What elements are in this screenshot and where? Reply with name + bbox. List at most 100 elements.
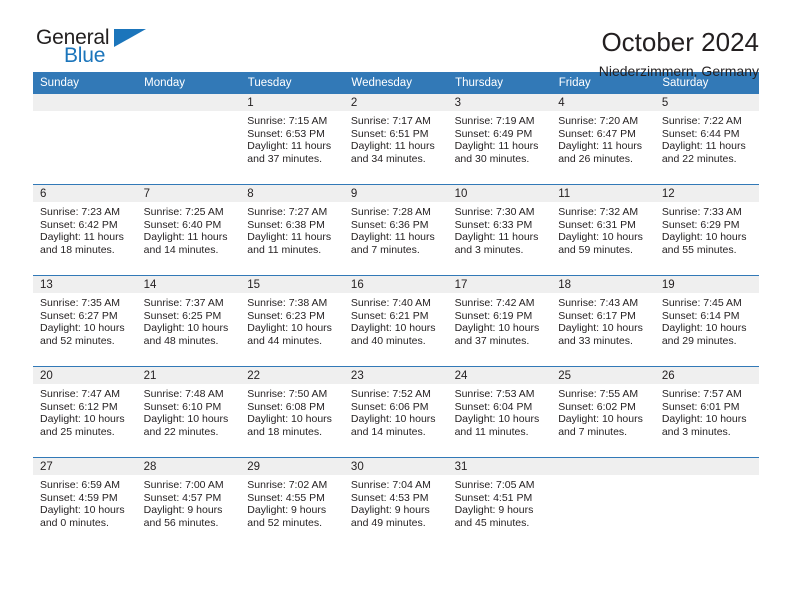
day-number: 17 — [447, 276, 552, 293]
day-cell[interactable]: 15 Sunrise: 7:38 AM Sunset: 6:23 PM Dayl… — [240, 275, 344, 367]
day-number: 14 — [136, 276, 241, 293]
daylight-text: Daylight: 10 hours and 52 minutes. — [40, 322, 125, 347]
day-details: Sunrise: 7:25 AM Sunset: 6:40 PM Dayligh… — [137, 202, 241, 256]
day-cell[interactable]: 13 Sunrise: 7:35 AM Sunset: 6:27 PM Dayl… — [33, 275, 137, 367]
daylight-text: Daylight: 10 hours and 25 minutes. — [40, 413, 125, 438]
day-details: Sunrise: 7:37 AM Sunset: 6:25 PM Dayligh… — [137, 293, 241, 347]
day-details: Sunrise: 7:43 AM Sunset: 6:17 PM Dayligh… — [551, 293, 655, 347]
sunrise-text: Sunrise: 7:17 AM — [350, 115, 431, 127]
sunrise-text: Sunrise: 7:04 AM — [350, 479, 431, 491]
day-details: Sunrise: 7:23 AM Sunset: 6:42 PM Dayligh… — [33, 202, 137, 256]
day-cell[interactable]: 3 Sunrise: 7:19 AM Sunset: 6:49 PM Dayli… — [447, 94, 552, 185]
day-cell[interactable]: 1 Sunrise: 7:15 AM Sunset: 6:53 PM Dayli… — [240, 94, 344, 185]
daylight-text: Daylight: 10 hours and 48 minutes. — [143, 322, 229, 347]
sunrise-text: Sunrise: 6:59 AM — [40, 479, 120, 491]
day-details: Sunrise: 7:47 AM Sunset: 6:12 PM Dayligh… — [33, 384, 137, 438]
sunset-text: Sunset: 6:12 PM — [40, 400, 118, 413]
daylight-text: Daylight: 11 hours and 11 minutes. — [247, 231, 332, 256]
sunset-text: Sunset: 6:31 PM — [558, 218, 636, 231]
day-details: Sunrise: 7:19 AM Sunset: 6:49 PM Dayligh… — [448, 111, 552, 165]
day-cell[interactable]: 5 Sunrise: 7:22 AM Sunset: 6:44 PM Dayli… — [654, 94, 759, 185]
day-cell[interactable]: 28 Sunrise: 7:00 AM Sunset: 4:57 PM Dayl… — [136, 457, 241, 548]
day-number: 15 — [240, 276, 344, 293]
day-number: 2 — [343, 94, 448, 111]
day-cell[interactable]: 12 Sunrise: 7:33 AM Sunset: 6:29 PM Dayl… — [654, 184, 759, 276]
sunrise-text: Sunrise: 7:40 AM — [350, 297, 431, 309]
sunset-text: Sunset: 6:08 PM — [247, 400, 325, 413]
day-cell[interactable]: 25 Sunrise: 7:55 AM Sunset: 6:02 PM Dayl… — [551, 366, 655, 458]
sunrise-sunset-calendar: Sunday Monday Tuesday Wednesday Thursday… — [33, 72, 759, 548]
day-details: Sunrise: 7:40 AM Sunset: 6:21 PM Dayligh… — [344, 293, 448, 347]
day-cell[interactable]: 9 Sunrise: 7:28 AM Sunset: 6:36 PM Dayli… — [343, 184, 448, 276]
title-block: October 2024 Niederzimmern, Germany — [599, 26, 759, 81]
day-cell[interactable]: 8 Sunrise: 7:27 AM Sunset: 6:38 PM Dayli… — [240, 184, 344, 276]
sunset-text: Sunset: 6:36 PM — [350, 218, 429, 231]
day-details: Sunrise: 7:28 AM Sunset: 6:36 PM Dayligh… — [344, 202, 448, 256]
daylight-text: Daylight: 10 hours and 0 minutes. — [40, 504, 125, 529]
day-cell[interactable]: 4 Sunrise: 7:20 AM Sunset: 6:47 PM Dayli… — [551, 94, 655, 185]
sunset-text: Sunset: 6:25 PM — [143, 309, 222, 322]
day-cell-empty — [551, 457, 655, 548]
daylight-text: Daylight: 10 hours and 29 minutes. — [661, 322, 747, 347]
day-cell[interactable]: 22 Sunrise: 7:50 AM Sunset: 6:08 PM Dayl… — [240, 366, 344, 458]
sunrise-text: Sunrise: 7:32 AM — [558, 206, 639, 218]
sunset-text: Sunset: 6:14 PM — [661, 309, 740, 322]
sunrise-text: Sunrise: 7:45 AM — [661, 297, 742, 309]
sunset-text: Sunset: 6:02 PM — [558, 400, 636, 413]
day-number: 27 — [33, 458, 137, 475]
week-row: 1 Sunrise: 7:15 AM Sunset: 6:53 PM Dayli… — [33, 94, 759, 185]
day-cell[interactable]: 24 Sunrise: 7:53 AM Sunset: 6:04 PM Dayl… — [447, 366, 552, 458]
day-cell[interactable]: 30 Sunrise: 7:04 AM Sunset: 4:53 PM Dayl… — [343, 457, 448, 548]
day-cell[interactable]: 19 Sunrise: 7:45 AM Sunset: 6:14 PM Dayl… — [654, 275, 759, 367]
sunset-text: Sunset: 6:49 PM — [454, 127, 533, 140]
day-cell[interactable]: 21 Sunrise: 7:48 AM Sunset: 6:10 PM Dayl… — [136, 366, 241, 458]
daylight-text: Daylight: 9 hours and 45 minutes. — [454, 504, 534, 529]
day-cell[interactable]: 31 Sunrise: 7:05 AM Sunset: 4:51 PM Dayl… — [447, 457, 552, 548]
sunset-text: Sunset: 4:57 PM — [143, 491, 222, 504]
day-cell[interactable]: 14 Sunrise: 7:37 AM Sunset: 6:25 PM Dayl… — [136, 275, 241, 367]
day-cell[interactable]: 2 Sunrise: 7:17 AM Sunset: 6:51 PM Dayli… — [343, 94, 448, 185]
daylight-text: Daylight: 11 hours and 14 minutes. — [143, 231, 228, 256]
day-number: 26 — [654, 367, 759, 384]
day-cell-empty — [136, 94, 241, 185]
day-number: 5 — [654, 94, 759, 111]
sunrise-text: Sunrise: 7:42 AM — [454, 297, 535, 309]
day-cell[interactable]: 17 Sunrise: 7:42 AM Sunset: 6:19 PM Dayl… — [447, 275, 552, 367]
day-number: 8 — [240, 185, 344, 202]
sunrise-text: Sunrise: 7:20 AM — [558, 115, 639, 127]
day-details: Sunrise: 7:00 AM Sunset: 4:57 PM Dayligh… — [137, 475, 241, 529]
daylight-text: Daylight: 10 hours and 3 minutes. — [661, 413, 747, 438]
day-cell[interactable]: 11 Sunrise: 7:32 AM Sunset: 6:31 PM Dayl… — [551, 184, 655, 276]
day-cell[interactable]: 18 Sunrise: 7:43 AM Sunset: 6:17 PM Dayl… — [551, 275, 655, 367]
weekday-header-wednesday: Wednesday — [343, 72, 449, 94]
day-cell[interactable]: 7 Sunrise: 7:25 AM Sunset: 6:40 PM Dayli… — [136, 184, 241, 276]
daylight-text: Daylight: 10 hours and 37 minutes. — [454, 322, 540, 347]
day-number — [33, 94, 137, 111]
day-cell[interactable]: 16 Sunrise: 7:40 AM Sunset: 6:21 PM Dayl… — [343, 275, 448, 367]
day-details: Sunrise: 7:42 AM Sunset: 6:19 PM Dayligh… — [448, 293, 552, 347]
day-details: Sunrise: 7:05 AM Sunset: 4:51 PM Dayligh… — [448, 475, 552, 529]
day-details: Sunrise: 7:48 AM Sunset: 6:10 PM Dayligh… — [137, 384, 241, 438]
day-cell[interactable]: 6 Sunrise: 7:23 AM Sunset: 6:42 PM Dayli… — [33, 184, 137, 276]
day-cell[interactable]: 20 Sunrise: 7:47 AM Sunset: 6:12 PM Dayl… — [33, 366, 137, 458]
day-cell[interactable]: 27 Sunrise: 6:59 AM Sunset: 4:59 PM Dayl… — [33, 457, 137, 548]
sunset-text: Sunset: 6:53 PM — [247, 127, 325, 140]
sunset-text: Sunset: 4:51 PM — [454, 491, 533, 504]
weekday-header-monday: Monday — [136, 72, 241, 94]
day-details: Sunrise: 7:38 AM Sunset: 6:23 PM Dayligh… — [240, 293, 344, 347]
day-cell[interactable]: 26 Sunrise: 7:57 AM Sunset: 6:01 PM Dayl… — [654, 366, 759, 458]
day-cell[interactable]: 10 Sunrise: 7:30 AM Sunset: 6:33 PM Dayl… — [447, 184, 552, 276]
sunrise-text: Sunrise: 7:35 AM — [40, 297, 120, 309]
day-cell[interactable]: 23 Sunrise: 7:52 AM Sunset: 6:06 PM Dayl… — [343, 366, 448, 458]
day-number: 21 — [136, 367, 241, 384]
day-cell[interactable]: 29 Sunrise: 7:02 AM Sunset: 4:55 PM Dayl… — [240, 457, 344, 548]
daylight-text: Daylight: 10 hours and 18 minutes. — [247, 413, 332, 438]
daylight-text: Daylight: 11 hours and 34 minutes. — [350, 140, 435, 165]
sunset-text: Sunset: 4:59 PM — [40, 491, 118, 504]
day-number: 28 — [136, 458, 241, 475]
week-row: 20 Sunrise: 7:47 AM Sunset: 6:12 PM Dayl… — [33, 366, 759, 458]
daylight-text: Daylight: 10 hours and 7 minutes. — [558, 413, 643, 438]
sunset-text: Sunset: 6:42 PM — [40, 218, 118, 231]
page-header: General Blue October 2024 Niederzimmern,… — [33, 0, 759, 79]
sunset-text: Sunset: 6:04 PM — [454, 400, 533, 413]
